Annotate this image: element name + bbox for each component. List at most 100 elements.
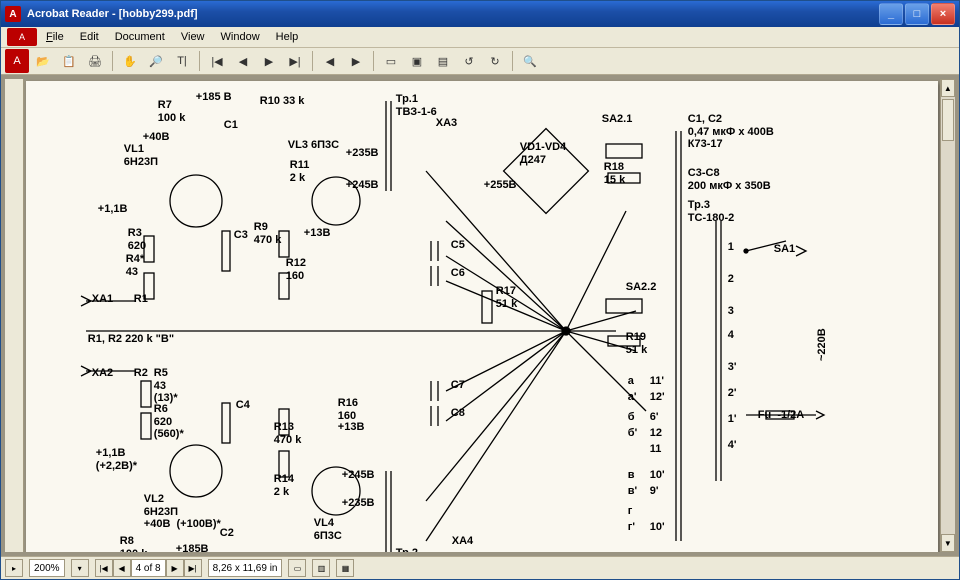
last-page-button[interactable]: ▶| — [283, 49, 307, 73]
lbl-C5: C5 — [451, 239, 465, 252]
lbl-p245b: +245В — [342, 469, 375, 482]
lbl-R10: R10 33 k — [260, 95, 305, 108]
pin-ap: а' — [628, 391, 637, 404]
pin-11p: 11' — [650, 375, 664, 388]
layout-cont[interactable]: ▥ — [312, 559, 330, 577]
open-button[interactable]: 📂 — [31, 49, 55, 73]
dims-field: 8,26 x 11,69 in — [208, 559, 283, 577]
first-page-button[interactable]: |◀ — [205, 49, 229, 73]
lbl-C3: C3 — [234, 229, 248, 242]
page-field[interactable]: 4 of 8 — [131, 559, 166, 577]
lbl-SA1: SA1 — [774, 243, 795, 256]
zoom-button[interactable]: 🔎 — [144, 49, 168, 73]
hand-tool-button[interactable]: ✋ — [118, 49, 142, 73]
sb-next[interactable]: ▶ — [166, 559, 184, 577]
rotate-button[interactable]: ↻ — [483, 49, 507, 73]
lbl-VL3: VL3 6П3С — [288, 139, 339, 152]
menu-window[interactable]: Window — [214, 30, 267, 44]
statusbar: ▸ 200% ▾ |◀ ◀ 4 of 8 ▶ ▶| 8,26 x 11,69 i… — [1, 556, 959, 579]
lbl-Tp1: Тр.1 ТВЗ-1-6 — [396, 93, 437, 118]
reflow-button[interactable]: ↺ — [457, 49, 481, 73]
save-button[interactable]: 📋 — [57, 49, 81, 73]
pin-3: 3 — [728, 305, 734, 318]
pin-3p: 3' — [728, 361, 737, 374]
lbl-p13a: +13В — [304, 227, 331, 240]
lbl-R5: R5 43 (13)* — [154, 367, 178, 405]
lbl-R4: R4* 43 — [126, 253, 144, 278]
lbl-C6: C6 — [451, 267, 465, 280]
sb-last[interactable]: ▶| — [184, 559, 202, 577]
lbl-C1C2: C1, C2 0,47 мкФ х 400В К73-17 — [688, 113, 774, 151]
lbl-C8: C8 — [451, 407, 465, 420]
prev-page-button[interactable]: ◀ — [231, 49, 255, 73]
layout-single[interactable]: ▭ — [288, 559, 306, 577]
lbl-C3C8: C3-C8 200 мкФ х 350В — [688, 167, 771, 192]
lbl-C2: C2 — [220, 527, 234, 540]
menu-help[interactable]: Help — [269, 30, 306, 44]
scroll-thumb[interactable] — [942, 99, 954, 141]
menu-edit[interactable]: Edit — [73, 30, 106, 44]
scroll-up-button[interactable]: ▲ — [941, 79, 955, 97]
back-button[interactable]: ◀ — [318, 49, 342, 73]
app-icon: A — [5, 6, 21, 22]
minimize-button[interactable]: _ — [879, 3, 903, 25]
lbl-R3: R3 620 — [128, 227, 146, 252]
next-page-button[interactable]: ▶ — [257, 49, 281, 73]
menu-view[interactable]: View — [174, 30, 212, 44]
lbl-p235b: +235В — [342, 497, 375, 510]
text-select-button[interactable]: T| — [170, 49, 194, 73]
window-title: Acrobat Reader - [hobby299.pdf] — [27, 8, 198, 20]
pin-1: 1 — [728, 241, 734, 254]
lbl-R1: R1 — [134, 293, 148, 306]
fit-page-button[interactable]: ▣ — [405, 49, 429, 73]
lbl-R7: R7 100 k — [158, 99, 186, 124]
lbl-R17: R17 51 k — [496, 285, 517, 310]
lbl-R19: R19 51 k — [626, 331, 647, 356]
titlebar: A Acrobat Reader - [hobby299.pdf] _ □ × — [1, 1, 959, 27]
pin-b: б — [628, 411, 635, 424]
adobe-icon[interactable]: A — [5, 49, 29, 73]
pin-4: 4 — [728, 329, 734, 342]
pin-12p: 12' — [650, 391, 665, 404]
zoom-dropdown[interactable]: ▾ — [71, 559, 89, 577]
lbl-VL4: VL4 6П3С — [314, 517, 342, 542]
menu-document[interactable]: Document — [108, 30, 172, 44]
menu-file[interactable]: FFileile — [39, 30, 71, 44]
maximize-button[interactable]: □ — [905, 3, 929, 25]
lbl-R12: R12 160 — [286, 257, 306, 282]
pin-10pb: 10' — [650, 521, 665, 534]
lbl-R16: R16 160 — [338, 397, 358, 422]
fit-width-button[interactable]: ▤ — [431, 49, 455, 73]
actual-size-button[interactable]: ▭ — [379, 49, 403, 73]
lbl-Tp2: Тр.2 ТВЗ-1-6 — [396, 547, 437, 552]
lbl-XA3: XA3 — [436, 117, 457, 130]
find-button[interactable]: 🔍 — [518, 49, 542, 73]
vertical-scrollbar[interactable]: ▲ ▼ — [940, 79, 955, 552]
pin-6p: 6' — [650, 411, 659, 424]
print-button[interactable]: 🖨 — [83, 49, 107, 73]
pin-bp: б' — [628, 427, 637, 440]
lbl-R13: R13 470 k — [274, 421, 302, 446]
lbl-p255: +255В — [484, 179, 517, 192]
zoom-field[interactable]: 200% — [29, 559, 65, 577]
pin-vp: в' — [628, 485, 637, 498]
pin-v: в — [628, 469, 635, 482]
sb-first[interactable]: |◀ — [95, 559, 113, 577]
scroll-down-button[interactable]: ▼ — [941, 534, 955, 552]
pin-2: 2 — [728, 273, 734, 286]
lbl-p13b: +13В — [338, 421, 365, 434]
lbl-220V: ~220В — [816, 328, 829, 361]
forward-button[interactable]: ▶ — [344, 49, 368, 73]
lbl-VD: VD1-VD4 Д247 — [520, 141, 566, 166]
lbl-C4: C4 — [236, 399, 250, 412]
tab-toggle-button[interactable]: ▸ — [5, 559, 23, 577]
lbl-R14: R14 2 k — [274, 473, 294, 498]
pin-2p: 2' — [728, 387, 737, 400]
pin-1p: 1' — [728, 413, 737, 426]
sb-prev[interactable]: ◀ — [113, 559, 131, 577]
close-button[interactable]: × — [931, 3, 955, 25]
lbl-C1: C1 — [224, 119, 238, 132]
lbl-R8: R8 100 k (33 k)* — [120, 535, 153, 552]
layout-facing[interactable]: ▦ — [336, 559, 354, 577]
toolbar: A 📂 📋 🖨 ✋ 🔎 T| |◀ ◀ ▶ ▶| ◀ ▶ ▭ ▣ ▤ ↺ ↻ 🔍 — [1, 48, 959, 75]
